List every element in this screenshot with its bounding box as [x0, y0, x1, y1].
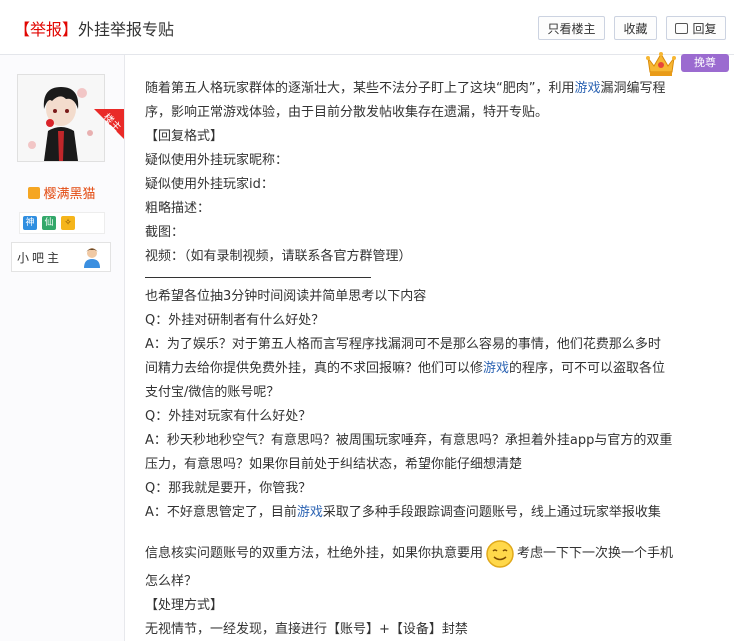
post-line: Q：外挂对研制者有什么好处？	[145, 313, 325, 328]
smiley-emoticon-icon	[485, 539, 515, 569]
thread-title[interactable]: 【举报】外挂举报专贴	[14, 16, 174, 40]
post-text: A：不好意思管定了，目前	[145, 505, 297, 520]
avatar-image	[18, 75, 104, 161]
reply-button-label: 回复	[692, 22, 717, 36]
post-text: 间精力去给你提供免费外挂，真的不求回报嘛？他们可以修	[145, 361, 484, 376]
post-line: Q：外挂对玩家有什么好处？	[145, 409, 312, 424]
avatar[interactable]	[17, 74, 105, 162]
admin-person-icon	[82, 246, 102, 272]
post-line: 【回复格式】	[145, 129, 224, 144]
author-panel: 楼主 樱满黑猫 神 仙 ✧ 小吧主	[0, 55, 125, 641]
post-text: 随着第五人格玩家群体的逐渐壮大，某些不法分子盯上了这块“肥肉”，利用	[145, 81, 575, 96]
post-line: 视频：（如有录制视频，请联系各官方群管理）	[145, 249, 412, 264]
game-link[interactable]: 游戏	[297, 505, 323, 520]
post-line: A：不好意思管定了，目前游戏采取了多种手段跟踪调查问题账号，线上通过玩家举报收集	[145, 501, 720, 525]
post-line: 疑似使用外挂玩家昵称：	[145, 153, 289, 168]
badge-xian[interactable]: 仙	[42, 216, 56, 230]
post-line: 间精力去给你提供免费外挂，真的不求回报嘛？他们可以修游戏的程序，可不可以盗取各位	[145, 357, 720, 381]
vip-badge[interactable]: 挽尊	[681, 54, 729, 72]
thread-header: 【举报】外挂举报专贴 只看楼主 收藏 回复	[0, 0, 734, 55]
username[interactable]: 樱满黑猫	[0, 183, 124, 202]
post-line: 信息核实问题账号的双重方法，杜绝外挂，如果你执意要用 考虑一下下一次换一个手机	[145, 538, 720, 570]
post-line: 粗略描述：	[145, 201, 211, 216]
post-text: 考虑一下下一次换一个手机	[517, 546, 674, 561]
text-divider	[145, 277, 371, 278]
vip-badge-label: 挽尊	[694, 56, 716, 69]
post-text: 的程序，可不可以盗取各位	[509, 361, 666, 376]
role-label: 小吧主	[17, 251, 63, 265]
post-line: 【处理方式】	[145, 598, 224, 613]
username-text: 樱满黑猫	[43, 187, 96, 202]
role-box: 小吧主	[11, 242, 111, 272]
post-line: 支付宝/微信的账号呢？	[145, 385, 280, 400]
favorite-button[interactable]: 收藏	[614, 16, 657, 40]
post-line: A：秒天秒地秒空气？有意思吗？被周围玩家唾弃，有意思吗？承担着外挂app与官方的…	[145, 433, 673, 448]
post-line: 无视情节，一经发现，直接进行【账号】+【设备】封禁	[145, 622, 468, 637]
post-line: A：为了娱乐？对于第五人格而言写程序找漏洞可不是那么容易的事情，他们花费那么多时	[145, 337, 661, 352]
post-line: 序，影响正常游戏体验，由于目前分散发帖收集存在遗漏，特开专贴。	[145, 105, 549, 120]
post-text: 信息核实问题账号的双重方法，杜绝外挂，如果你执意要用	[145, 546, 484, 561]
post-line: Q：那我就是要开，你管我？	[145, 481, 312, 496]
post-line: 压力，有意思吗？如果你目前处于纠结状态，希望你能仔细想清楚	[145, 457, 523, 472]
reply-button[interactable]: 回复	[666, 16, 726, 40]
badge-row: 神 仙 ✧	[19, 212, 105, 234]
post-line: 疑似使用外挂玩家id：	[145, 177, 274, 192]
post-line: 也希望各位抽3分钟时间阅读并简单思考以下内容	[145, 289, 427, 304]
badge-star[interactable]: ✧	[61, 216, 75, 230]
post-line: 随着第五人格玩家群体的逐渐壮大，某些不法分子盯上了这块“肥肉”，利用游戏漏洞编写…	[145, 77, 720, 101]
post-text: 采取了多种手段跟踪调查问题账号，线上通过玩家举报收集	[322, 505, 661, 520]
thread-title-tag: 【举报】	[14, 20, 79, 39]
post-text: 漏洞编写程	[600, 81, 666, 96]
post-content: 随着第五人格玩家群体的逐渐壮大，某些不法分子盯上了这块“肥肉”，利用游戏漏洞编写…	[145, 77, 720, 642]
game-link[interactable]: 游戏	[574, 81, 600, 96]
reply-icon	[675, 23, 689, 34]
badge-shen[interactable]: 神	[23, 216, 37, 230]
post-line: 怎么样？	[145, 574, 198, 589]
only-op-button[interactable]: 只看楼主	[538, 16, 605, 40]
thread-title-text: 外挂举报专贴	[78, 20, 175, 39]
post-line: 截图：	[145, 225, 185, 240]
member-icon	[28, 187, 41, 199]
game-link[interactable]: 游戏	[483, 361, 509, 376]
